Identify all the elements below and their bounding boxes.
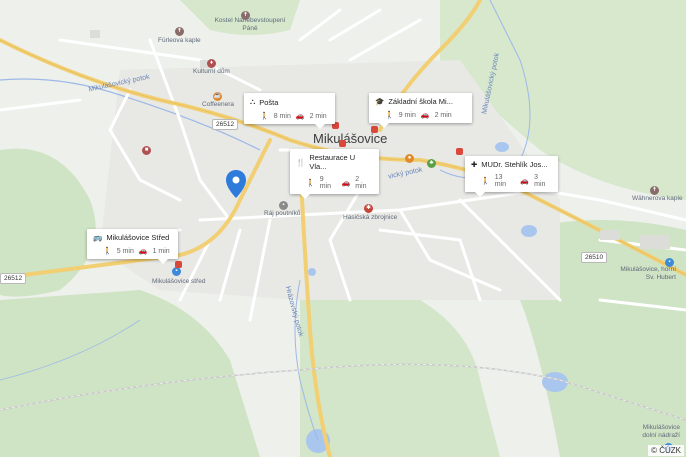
car-icon: 🚗 [138,248,148,255]
card-restaurace[interactable]: 🍴 Restaurace U Vla... 🚶 9 min 🚗 2 min [290,149,379,199]
copyright: © ČÚZK [648,445,684,456]
bus-icon: 🚌 [93,233,103,242]
walk-time: 13 min [494,174,506,188]
furleova-label: Fürleova kaple [158,37,201,44]
road-shield: 26510 [581,252,608,263]
hasic-label: Hasičská zbrojnice [343,214,398,221]
walk-time: 5 min [116,247,134,255]
chapel-icon[interactable]: ✝ [650,186,659,195]
dolni-label: Mikulášovice dolní nádraží [642,424,680,439]
road-shield: 26512 [212,119,239,130]
drive-time: 2 min [355,176,367,190]
card-title: Restaurace U Vla... [309,153,356,171]
card-posta[interactable]: ⛬ Pošta 🚶 8 min 🚗 2 min [244,93,335,129]
skola-target-marker[interactable] [371,126,378,133]
drive-time: 2 min [309,112,327,120]
hubert-label: Mikulášovice, horní Sv. Hubert [620,266,676,281]
wahner-label: Wähnerova kaple [632,195,683,202]
network-icon: ⛬ [250,97,256,106]
walk-time: 8 min [273,112,291,120]
park-icon[interactable]: ♣ [427,159,436,168]
lekar-target-marker[interactable] [456,148,463,155]
walk-icon: 🚶 [260,113,269,120]
building-icon[interactable]: ■ [142,146,151,155]
kostel-label: Kostel Nanebevstoupení Páně [214,17,286,32]
location-pin-icon[interactable] [225,169,247,199]
coffee-label: Coffeenera [202,101,235,108]
food-icon[interactable]: ● [405,154,414,163]
card-skola[interactable]: 🎓 Základní škola Mi... 🚶 9 min 🚗 2 min [369,93,472,128]
car-icon: 🚗 [295,113,305,120]
card-title: Pošta [259,97,279,107]
drive-time: 1 min [152,247,170,255]
card-title: Mikulášovice Střed [106,233,170,242]
card-lekar[interactable]: ✚ MUDr. Stehlík Jos... 🚶 13 min 🚗 3 min [465,156,558,197]
bus-target-marker[interactable] [175,261,182,268]
walk-time: 9 min [319,176,331,190]
bus-stop-icon[interactable]: ▪ [665,258,674,267]
drive-time: 2 min [434,111,452,119]
map-canvas[interactable]: Mikulášovice Kostel Nanebevstoupení Páně… [0,0,686,457]
car-icon: 🚗 [520,178,530,185]
restaurant-icon: 🍴 [296,157,306,167]
stred-label: Mikulášovice střed [152,278,206,285]
card-bus[interactable]: 🚌 Mikulášovice Střed 🚶 5 min 🚗 1 min [87,229,178,264]
bus-stop-icon[interactable]: ▪ [172,267,181,276]
lodging-icon[interactable]: ▪ [279,201,288,210]
road-shield: 26512 [0,273,27,284]
card-title: MUDr. Stehlík Jos... [481,160,548,169]
walk-icon: 🚶 [385,112,394,119]
car-icon: 🚗 [420,112,430,119]
walk-time: 9 min [398,111,416,119]
town-label: Mikulášovice [313,131,388,146]
raj-label: Ráj poutníků [264,210,301,217]
kulturni-label: Kulturní dům [193,68,230,75]
walk-icon: 🚶 [103,248,112,255]
fire-station-icon[interactable]: ✱ [364,204,373,213]
church-icon[interactable]: ✝ [241,11,250,20]
restaurace-target-marker[interactable] [339,140,346,147]
medical-icon: ✚ [471,160,478,169]
walk-icon: 🚶 [481,178,490,185]
walk-icon: 🚶 [306,180,315,187]
culture-icon[interactable]: ♦ [207,59,216,68]
school-icon: 🎓 [375,97,385,106]
drive-time: 3 min [534,174,546,188]
cafe-icon[interactable]: ☕ [213,92,222,101]
chapel-icon[interactable]: ✝ [175,27,184,36]
card-title: Základní škola Mi... [388,97,453,106]
car-icon: 🚗 [341,180,351,187]
